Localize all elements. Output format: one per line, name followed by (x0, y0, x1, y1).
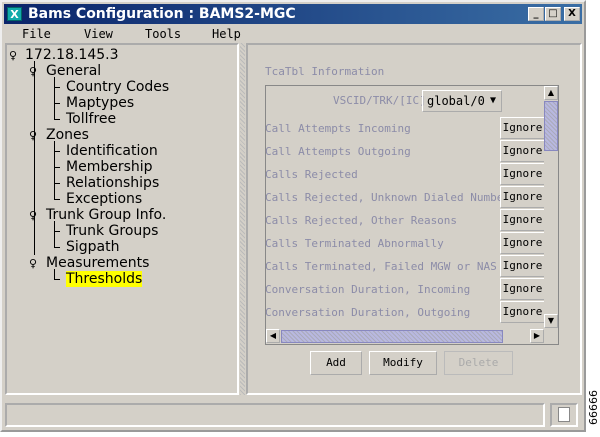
expand-icon[interactable]: ♀ (29, 257, 37, 270)
tree-connector (54, 87, 60, 88)
vertical-scrollbar[interactable]: ▲ ▼ (544, 86, 558, 328)
threshold-label: Calls Rejected, Unknown Dialed Number (265, 191, 511, 204)
tree-node[interactable]: Zones (46, 127, 89, 143)
threshold-value-button[interactable]: Ignore (500, 140, 545, 162)
tree-connector (34, 61, 35, 127)
scroll-down-icon[interactable]: ▼ (544, 314, 558, 328)
tree-connector (54, 231, 60, 232)
document-icon (558, 407, 570, 422)
menu-help[interactable]: Help (212, 24, 241, 44)
tree-leaf[interactable]: Maptypes (66, 95, 134, 111)
tree-connector (54, 183, 60, 184)
status-icon-box (550, 403, 578, 427)
tree-leaf[interactable]: Sigpath (66, 239, 120, 255)
threshold-value-button[interactable]: Ignore (500, 301, 545, 323)
tree-node[interactable]: Measurements (46, 255, 149, 271)
panel-title: TcaTbl Information (265, 65, 385, 78)
threshold-value-button[interactable]: Ignore (500, 255, 545, 277)
threshold-value-button[interactable]: Ignore (500, 278, 545, 300)
tree-connector (54, 199, 60, 200)
tree-leaf[interactable]: Membership (66, 159, 153, 175)
threshold-label: Conversation Duration, Incoming (265, 283, 471, 296)
scroll-left-icon[interactable]: ◀ (266, 329, 280, 343)
threshold-label: Calls Terminated, Failed MGW or NAS (265, 260, 497, 273)
tree-connector (54, 221, 55, 247)
horizontal-scroll-thumb[interactable] (281, 330, 503, 343)
scroll-right-icon[interactable]: ▶ (530, 329, 544, 343)
tree-connector (54, 151, 60, 152)
selector-label: VSCID/TRK/[IC] (333, 94, 426, 107)
figure-number: 66666 (587, 390, 600, 425)
threshold-value-button[interactable]: Ignore (500, 117, 545, 139)
threshold-value-button[interactable]: Ignore (500, 209, 545, 231)
tree-node[interactable]: Trunk Group Info. (46, 207, 166, 223)
threshold-label: Calls Rejected, Other Reasons (265, 214, 458, 227)
tree-connector (54, 141, 55, 199)
threshold-value-button[interactable]: Ignore (500, 163, 545, 185)
threshold-value-button[interactable]: Ignore (500, 232, 545, 254)
tree-connector (54, 247, 60, 248)
vertical-scroll-thumb[interactable] (544, 101, 558, 151)
splitter-handle[interactable] (240, 43, 245, 395)
horizontal-scrollbar[interactable]: ◀ ▶ (266, 329, 544, 344)
menu-tools[interactable]: Tools (145, 24, 181, 44)
tree-connector (34, 205, 35, 255)
title-bar: X Bams Configuration : BAMS2-MGC _ □ X (4, 4, 582, 24)
tree-leaf[interactable]: Exceptions (66, 191, 142, 207)
add-button[interactable]: Add (310, 351, 362, 375)
dropdown-value: global/0 (427, 94, 485, 108)
tree-connector (54, 269, 55, 279)
scroll-up-icon[interactable]: ▲ (544, 86, 558, 100)
tree-connector (54, 77, 55, 119)
navigation-tree: ♀ 172.18.145.3 ♀ General Country Codes Maptyp… (5, 43, 239, 395)
modify-button[interactable]: Modify (369, 351, 437, 375)
threshold-label: Call Attempts Outgoing (265, 145, 411, 158)
threshold-label: Conversation Duration, Outgoing (265, 306, 471, 319)
threshold-label: Call Attempts Incoming (265, 122, 411, 135)
app-icon: X (7, 7, 22, 21)
tree-connector (54, 279, 60, 280)
delete-button[interactable]: Delete (444, 351, 513, 375)
tree-connector (34, 125, 35, 207)
tree-leaf[interactable]: Thresholds (66, 271, 143, 287)
maximize-button[interactable]: □ (545, 7, 561, 21)
tree-leaf[interactable]: Relationships (66, 175, 159, 191)
tree-root[interactable]: 172.18.145.3 (25, 47, 119, 63)
tree-connector (54, 103, 60, 104)
expand-icon[interactable]: ♀ (9, 49, 17, 62)
tree-leaf[interactable]: Identification (66, 143, 158, 159)
menu-view[interactable]: View (84, 24, 113, 44)
tree-connector (54, 119, 60, 120)
threshold-value-button[interactable]: Ignore (500, 186, 545, 208)
tree-connector (54, 167, 60, 168)
threshold-label: Calls Terminated Abnormally (265, 237, 444, 250)
status-bar (5, 403, 545, 427)
minimize-button[interactable]: _ (528, 7, 544, 21)
vscid-dropdown[interactable]: global/0 ▼ (422, 90, 502, 112)
close-button[interactable]: X (564, 7, 580, 21)
menu-bar: File View Tools Help (4, 24, 582, 44)
window-title: Bams Configuration : BAMS2-MGC (28, 6, 296, 22)
menu-file[interactable]: File (22, 24, 51, 44)
chevron-down-icon: ▼ (489, 95, 496, 106)
tree-leaf[interactable]: Trunk Groups (66, 223, 158, 239)
threshold-label: Calls Rejected (265, 168, 358, 181)
tree-leaf[interactable]: Country Codes (66, 79, 169, 95)
tree-leaf[interactable]: Tollfree (66, 111, 116, 127)
